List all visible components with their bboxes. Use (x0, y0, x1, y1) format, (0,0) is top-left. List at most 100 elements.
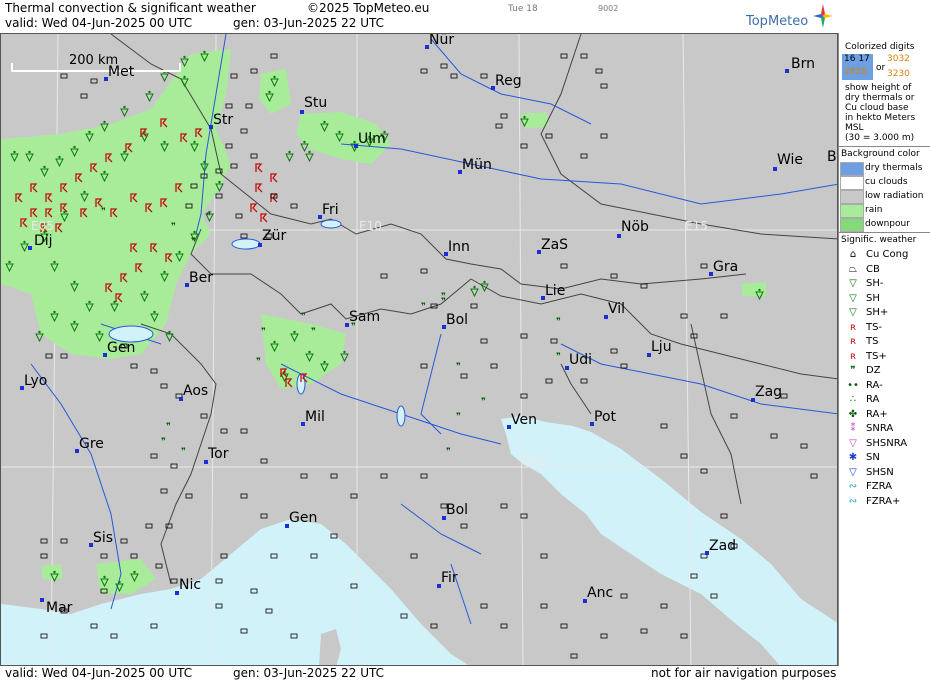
shower-icon (70, 323, 79, 333)
cb-icon (40, 633, 48, 639)
scale-bar: 200 km (11, 53, 181, 72)
heavy-thunderstorm-icon: ʀ (849, 350, 857, 362)
shower-icon (175, 253, 184, 263)
weather-label: DZ (866, 365, 881, 376)
thunderstorm-icon (165, 253, 173, 263)
cb-icon (470, 303, 478, 309)
cb-icon (560, 263, 568, 269)
shower-icon (10, 153, 19, 163)
background-label: rain (865, 205, 883, 215)
cb-icon (240, 493, 248, 499)
background-label: cu clouds (865, 177, 908, 187)
shower-icon (483, 280, 486, 284)
weather-label: Cu Cong (866, 249, 909, 260)
shower-icon (103, 120, 106, 124)
shower-icon (130, 573, 139, 583)
cb-icon (500, 503, 508, 509)
cb-icon (90, 78, 98, 84)
shower-icon (123, 150, 126, 154)
cb-icon (225, 103, 233, 109)
cb-icon (270, 53, 278, 59)
shower-icon (53, 570, 56, 574)
shower-icon (80, 193, 89, 203)
cb-icon (230, 163, 238, 169)
shower-icon (85, 303, 94, 313)
shower-icon (53, 310, 56, 314)
cb-icon (700, 468, 708, 474)
weather-map[interactable]: ❞ ❞ ❞ ❞ ❞ ❞ ❞ ❞ ❞ ❞ ❞ ❞ ❞ ❞ ❞ ❞ ❞ ❞ ❞ ❞ ❞ E05 E10 E15 N45 20… (0, 33, 838, 666)
shower-icon (20, 243, 29, 253)
shower-icon (50, 263, 59, 273)
cb-icon (155, 563, 163, 569)
city-label: Nic (175, 577, 201, 595)
city-label: Zad (705, 538, 736, 555)
cb-icon (420, 473, 428, 479)
cb-icon (720, 513, 728, 519)
cb-icon (215, 168, 223, 174)
shower-icon (110, 303, 119, 313)
thunderstorm-icon (195, 128, 203, 138)
shower-icon (8, 260, 11, 264)
cb-icon (110, 633, 118, 639)
thunderstorm-icon (15, 193, 23, 203)
thunderstorm-icon (160, 118, 168, 128)
cb-icon (380, 273, 388, 279)
thunderstorm-icon (270, 173, 278, 183)
background-swatch (840, 176, 864, 190)
shower-icon (50, 573, 59, 583)
drizzle-icon: ❞ (311, 327, 316, 337)
drizzle-icon: ❞ (101, 207, 106, 217)
topmeteo-logo[interactable]: TopMeteo (746, 2, 834, 30)
legend-weather-title: Signific. weather (841, 235, 917, 245)
thunderstorm-icon (105, 153, 113, 163)
cb-icon (100, 553, 108, 559)
shower-icon (43, 165, 46, 169)
legend-colorized-title: Colorized digits (845, 42, 915, 52)
city-label: Zag (751, 384, 782, 402)
cb-icon (540, 553, 548, 559)
freezing-rain-icon: ∾ (848, 481, 858, 492)
cb-icon (500, 623, 508, 629)
legend-or: or (876, 63, 886, 73)
cb-icon (680, 453, 688, 459)
shower-icon (758, 288, 761, 292)
city-label: Lju (647, 339, 672, 357)
drizzle-icon: ❞ (256, 357, 261, 367)
weather-label: SNRA (866, 423, 894, 434)
thunderstorm-icon (105, 283, 113, 293)
cb-icon (700, 263, 708, 269)
legend-orange-b: 3230 (887, 69, 910, 79)
shower-icon (145, 93, 154, 103)
shower-icon (55, 158, 64, 168)
cb-icon (460, 373, 468, 379)
cb-icon (640, 628, 648, 634)
cb-icon (170, 463, 178, 469)
cb-icon (60, 538, 68, 544)
city-label: Gen (103, 340, 135, 357)
thunderstorm-icon (175, 183, 183, 193)
shower-icon (338, 130, 341, 134)
city-label: Str (209, 112, 233, 129)
shower-icon (25, 153, 34, 163)
grid-label-n45: N45 (523, 454, 548, 468)
shower-icon: ▽ (849, 292, 857, 304)
cb-icon (150, 623, 158, 629)
cb-icon (240, 128, 248, 134)
shower-icon (203, 160, 206, 164)
shower-icon (103, 170, 106, 174)
cb-icon: ⏢ (849, 263, 857, 275)
shower-icon (100, 123, 109, 133)
city-label: Fir (437, 570, 458, 588)
cb-icon (560, 623, 568, 629)
weather-label: RA- (866, 379, 883, 391)
city-label: Udi (565, 352, 592, 370)
shower-icon (73, 320, 76, 324)
shower-icon (53, 260, 56, 264)
cb-icon (235, 213, 243, 219)
cb-icon (290, 633, 298, 639)
city-label: Bol (442, 502, 468, 520)
shower-icon (13, 150, 16, 154)
cb-icon (350, 583, 358, 589)
thunderstorm-icon (285, 378, 293, 388)
footer-valid: valid: Wed 04-Jun-2025 00 UTC (5, 666, 193, 680)
